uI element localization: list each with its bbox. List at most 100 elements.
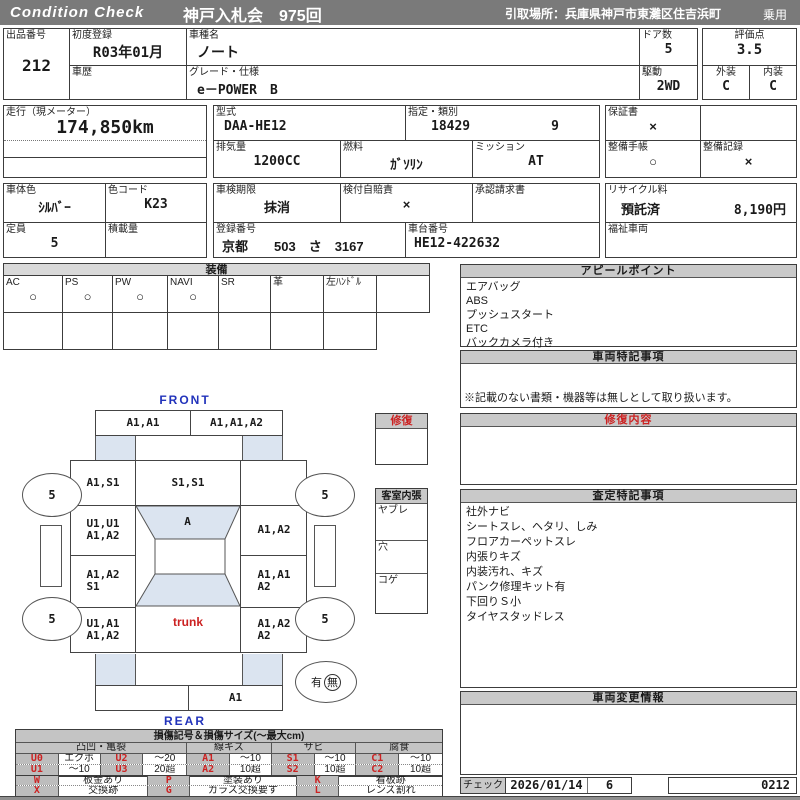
capacity-value: 5 <box>50 236 59 251</box>
mileage-cell: 走行（現メーター） 174,850km <box>3 105 207 178</box>
legend-group-corrosion: 腐食 <box>389 743 410 753</box>
history-label: 車歴 <box>72 67 92 78</box>
assessment-item: タイヤスタッドレス <box>466 611 565 623</box>
grade-label: グレード・仕様 <box>189 67 259 78</box>
equipment-mark: ○ <box>189 289 197 304</box>
legend-sym: P <box>148 776 191 785</box>
model-code-label: 型式 <box>216 107 236 118</box>
front-left-wheel: 5 <box>22 473 82 517</box>
equipment-label <box>377 276 429 278</box>
maintenance-record-label: 整備記録 <box>703 142 743 153</box>
legend-val: 〜10 <box>230 754 272 764</box>
appeal-item: プッシュスタート <box>466 309 554 321</box>
load-label: 積載量 <box>108 224 138 235</box>
equipment-empty-row <box>3 313 377 350</box>
model-name-value: ノート <box>197 44 239 60</box>
first-registration-label: 初度登録 <box>72 30 112 41</box>
change-info-body <box>461 705 796 709</box>
appeal-item: エアバッグ <box>466 281 521 293</box>
equipment-cell-navi: NAVI ○ <box>168 276 219 312</box>
legend-val: エクボ <box>59 754 101 764</box>
mileage-value: 174,850km <box>56 117 154 138</box>
equipment-label: SR <box>221 277 235 288</box>
type-value: 18429 <box>431 119 471 134</box>
recycle-fee: 8,190円 <box>733 203 786 218</box>
legend-sym: U0 <box>16 754 59 764</box>
rear-label: REAR <box>163 714 206 728</box>
appeal-points-title: アピールポイント <box>461 265 796 278</box>
interior-label: 内装 <box>763 67 783 78</box>
left-front-door-panel: U1,U1 A1,A2 <box>86 517 120 542</box>
displacement-value: 1200CC <box>253 154 301 169</box>
spare-yes-label: 有 <box>311 677 322 689</box>
cabin-row-tear: ヤブレ <box>376 504 427 541</box>
capacity-label: 定員 <box>6 224 26 235</box>
inspection-value: 抹消 <box>263 200 290 215</box>
auction-title: 神戸入札会 975回 <box>183 8 322 25</box>
front-right-wheel: 5 <box>295 473 355 517</box>
legend-val: レンズ割れ <box>365 786 416 796</box>
equipment-label: 革 <box>273 277 283 288</box>
body-color-label: 車体色 <box>6 185 36 196</box>
legend-val: ガラス交換要す <box>190 786 297 796</box>
warranty-label: 保証書 <box>608 107 638 118</box>
assessment-item: フロアカーペットスレ <box>466 536 576 548</box>
legend-title: 損傷記号＆損傷サイズ(〜最大cm) <box>16 730 442 743</box>
inspection-label: 車検期限 <box>216 185 256 196</box>
color-code-label: 色コード <box>108 185 148 196</box>
chassis-number-value: HE12-422632 <box>414 236 501 251</box>
brand-logo: Condition Check <box>10 4 145 21</box>
legend-sym: L <box>296 786 340 796</box>
cabin-row-label: ヤブレ <box>378 505 408 516</box>
spare-no-label: 無 <box>324 673 341 691</box>
score-cell: 評価点 3.5 外装 C 内装 C <box>702 28 797 100</box>
legend-val: 交換跡 <box>59 786 149 796</box>
class-value: 9 <box>551 119 559 134</box>
cabin-row-burn: コゲ <box>376 574 427 612</box>
doors-value: 5 <box>664 42 673 57</box>
maintenance-record-mark: × <box>744 154 753 169</box>
equipment-mark: ○ <box>83 289 92 304</box>
legend-group-rust: サビ <box>272 743 357 753</box>
left-side-sill <box>40 525 62 587</box>
grade-value: e－POWER B <box>197 83 278 98</box>
appeal-points-section: アピールポイント エアバッグ ABS プッシュスタート ETC バックカメラ付き <box>460 264 797 349</box>
equipment-cell-blank <box>377 276 430 312</box>
front-bumper-left-panel: A1,A1 <box>96 411 191 435</box>
drive-value: 2WD <box>656 79 681 94</box>
score-value: 3.5 <box>736 42 763 58</box>
assessment-item: シートスレ、ヘタリ、しみ <box>466 521 598 533</box>
equipment-title: 装備 <box>3 263 430 276</box>
model-code-value: DAA-HE12 <box>224 119 287 134</box>
vehicle-notes-disclaimer: ※記載のない書類・機器等は無しとして取り扱います。 <box>464 392 738 404</box>
legend-sym: A1 <box>187 754 230 764</box>
lot-number-cell: 出品番号 212 <box>3 28 70 100</box>
check-date-box: 2026/01/14 6 <box>506 777 632 794</box>
legend-val: 〜10 <box>315 754 357 764</box>
change-info-section: 車両変更情報 <box>460 691 797 775</box>
equipment-mark: ○ <box>136 289 144 304</box>
model-code-group: 型式 DAA-HE12 指定・類別 18429 9 排気量 1200CC 燃料 … <box>213 105 600 178</box>
right-rear-door-panel: A1,A1 A2 <box>257 568 291 593</box>
appeal-item: ETC <box>466 323 488 335</box>
fuel-value: ｶﾞｿﾘﾝ <box>390 157 423 172</box>
color-code-value: K23 <box>144 197 168 212</box>
right-side-sill <box>314 525 336 587</box>
rear-left-wheel: 5 <box>22 597 82 641</box>
chassis-number-label: 車台番号 <box>408 224 448 235</box>
rear-right-corner <box>242 654 283 685</box>
vehicle-notes-title: 車両特記事項 <box>461 351 796 364</box>
title-bar: Condition Check 神戸入札会 975回 引取場所：兵庫県神戸市東灘… <box>0 0 800 25</box>
inspection-group: 車検期限 抹消 検付自賠責 × 承認請求書 登録番号 京都 503 さ 3167… <box>213 183 600 258</box>
equipment-label: PW <box>115 277 132 288</box>
assessment-item: 下回りＳ小 <box>466 596 521 608</box>
fuel-label: 燃料 <box>343 142 363 153</box>
assessment-item: パンク修理キット有 <box>466 581 566 593</box>
equipment-cell-pw: PW ○ <box>113 276 168 312</box>
rear-right-wheel: 5 <box>295 597 355 641</box>
appeal-item: ABS <box>466 295 489 307</box>
appeal-item: バックカメラ付き <box>466 337 554 349</box>
rear-left-corner <box>95 654 136 685</box>
equipment-mark: ○ <box>29 289 37 304</box>
repair-content-body <box>461 427 796 431</box>
